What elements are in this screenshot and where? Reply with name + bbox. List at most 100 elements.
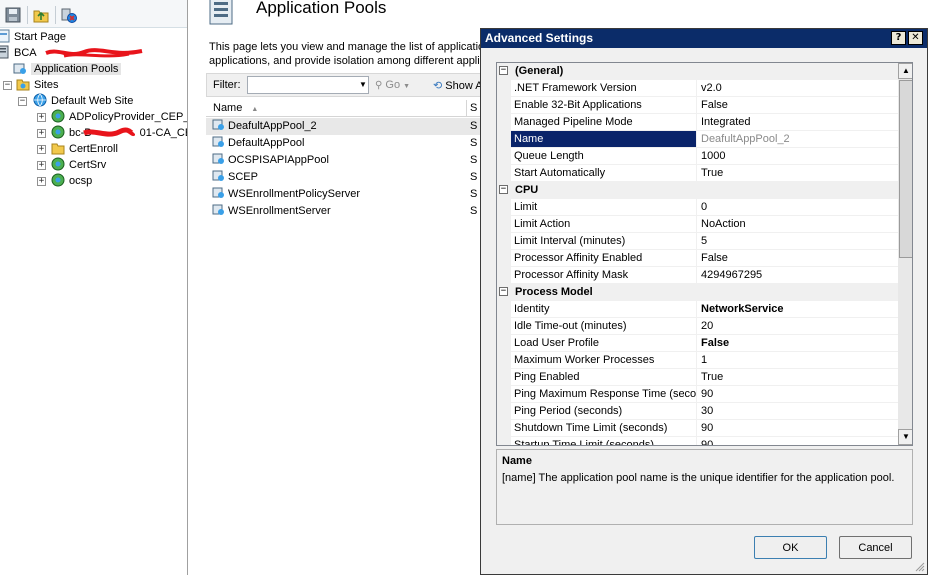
child-expander-3[interactable]: + (37, 161, 46, 170)
tree-child-label: ADPolicyProvider_CEP_K (69, 111, 188, 123)
filter-dropdown-icon[interactable]: ▼ (359, 77, 368, 93)
property-row[interactable]: Enable 32-Bit Applications False (497, 97, 898, 114)
property-value[interactable]: True (697, 369, 898, 386)
app-pool-icon (212, 136, 224, 147)
property-row[interactable]: Managed Pipeline Mode Integrated (497, 114, 898, 131)
help-button[interactable]: ? (891, 31, 906, 45)
go-label: Go (385, 79, 401, 91)
property-row[interactable]: Ping Enabled True (497, 369, 898, 386)
collapse-icon[interactable]: − (499, 185, 508, 194)
property-value[interactable]: False (697, 97, 898, 114)
property-row[interactable]: Queue Length 1000 (497, 148, 898, 165)
category-process-model[interactable]: − Process Model (497, 284, 898, 301)
tree-node-child-4[interactable]: ocsp (51, 173, 92, 189)
pool-row[interactable]: WSEnrollmentPolicyServer S (206, 186, 486, 203)
tree-node-child-0[interactable]: ADPolicyProvider_CEP_K (51, 109, 188, 125)
property-value[interactable]: v2.0 (697, 80, 898, 97)
cancel-button[interactable]: Cancel (839, 536, 912, 559)
tree-node-sites[interactable]: Sites (16, 77, 58, 93)
disconnect-icon[interactable] (61, 7, 77, 23)
go-dropdown-icon[interactable]: ▼ (403, 83, 410, 90)
pool-row[interactable]: OCSPISAPIAppPool S (206, 152, 486, 169)
property-value[interactable]: True (697, 165, 898, 182)
property-value[interactable]: False (697, 250, 898, 267)
column-header-status[interactable]: S (470, 102, 477, 114)
dialog-titlebar[interactable]: Advanced Settings ? ✕ (481, 29, 927, 48)
tree-node-server[interactable]: BCA (0, 45, 143, 61)
tree-node-child-3[interactable]: CertSrv (51, 157, 106, 173)
property-row[interactable]: Limit Action NoAction (497, 216, 898, 233)
pool-row[interactable]: DefaultAppPool S (206, 135, 486, 152)
collapse-icon[interactable]: − (499, 287, 508, 296)
app-pool-icon (212, 119, 224, 130)
column-header-name[interactable]: Name ▲ (213, 102, 258, 114)
property-row[interactable]: Load User Profile False (497, 335, 898, 352)
property-name: Ping Enabled (511, 369, 697, 386)
tree-node-app-pools[interactable]: Application Pools (13, 61, 122, 77)
pool-row[interactable]: WSEnrollmentServer S (206, 203, 486, 220)
property-value[interactable]: False (697, 335, 898, 352)
tree-node-child-1[interactable]: bc-B01-CA_CES_ (51, 125, 187, 141)
property-value[interactable]: 30 (697, 403, 898, 420)
tree-node-start-page[interactable]: Start Page (0, 29, 66, 45)
go-button[interactable]: ⚲ Go ▼ (375, 79, 410, 91)
ok-button[interactable]: OK (754, 536, 827, 559)
pool-row[interactable]: DeafultAppPool_2 S (206, 118, 486, 135)
close-button[interactable]: ✕ (908, 31, 923, 45)
scroll-thumb[interactable] (899, 80, 912, 258)
pool-row[interactable]: SCEP S (206, 169, 486, 186)
tree-node-child-2[interactable]: CertEnroll (51, 141, 118, 157)
child-expander-1[interactable]: + (37, 129, 46, 138)
property-row[interactable]: Limit 0 (497, 199, 898, 216)
sites-expander[interactable]: − (3, 81, 12, 90)
property-value[interactable]: 1 (697, 352, 898, 369)
show-all-button[interactable]: ⟲ Show A (433, 79, 483, 92)
property-value[interactable]: DeafultAppPool_2 (697, 131, 898, 148)
property-row[interactable]: Shutdown Time Limit (seconds) 90 (497, 420, 898, 437)
property-row[interactable]: Startup Time Limit (seconds) 90 (497, 437, 898, 445)
web-app-icon (51, 109, 65, 123)
column-header-name-label: Name (213, 102, 243, 114)
property-value[interactable]: 20 (697, 318, 898, 335)
filter-input[interactable] (247, 76, 369, 94)
scroll-down-icon[interactable]: ▼ (898, 429, 912, 445)
property-value[interactable]: 1000 (697, 148, 898, 165)
property-name: Name (511, 131, 697, 148)
property-row[interactable]: .NET Framework Version v2.0 (497, 80, 898, 97)
resize-grip-icon[interactable] (914, 561, 925, 572)
category-general[interactable]: − (General) (497, 63, 898, 80)
property-value[interactable]: 5 (697, 233, 898, 250)
property-row[interactable]: Idle Time-out (minutes) 20 (497, 318, 898, 335)
property-name: Limit Interval (minutes) (511, 233, 697, 250)
property-value[interactable]: NetworkService (697, 301, 898, 318)
property-value[interactable]: 90 (697, 420, 898, 437)
property-value[interactable]: Integrated (697, 114, 898, 131)
scroll-up-icon[interactable]: ▲ (898, 63, 912, 79)
folder-up-icon[interactable] (33, 7, 49, 23)
property-value[interactable]: 0 (697, 199, 898, 216)
default-site-expander[interactable]: − (18, 97, 27, 106)
property-row[interactable]: Maximum Worker Processes 1 (497, 352, 898, 369)
collapse-icon[interactable]: − (499, 66, 508, 75)
property-row[interactable]: Processor Affinity Mask 4294967295 (497, 267, 898, 284)
property-value[interactable]: NoAction (697, 216, 898, 233)
property-row-selected[interactable]: Name DeafultAppPool_2 (497, 131, 898, 148)
property-value[interactable]: 90 (697, 437, 898, 445)
property-name: Processor Affinity Mask (511, 267, 697, 284)
property-row[interactable]: Ping Maximum Response Time (seconds)90 (497, 386, 898, 403)
property-row[interactable]: Ping Period (seconds) 30 (497, 403, 898, 420)
save-icon[interactable] (5, 7, 21, 23)
property-row[interactable]: Limit Interval (minutes) 5 (497, 233, 898, 250)
property-row[interactable]: Processor Affinity Enabled False (497, 250, 898, 267)
tree-node-default-web-site[interactable]: Default Web Site (33, 93, 133, 109)
property-row[interactable]: Identity NetworkService (497, 301, 898, 318)
child-expander-4[interactable]: + (37, 177, 46, 186)
property-value[interactable]: 90 (697, 386, 898, 403)
pool-name: WSEnrollmentPolicyServer (228, 188, 361, 200)
property-row[interactable]: Start Automatically True (497, 165, 898, 182)
category-cpu[interactable]: − CPU (497, 182, 898, 199)
property-value[interactable]: 4294967295 (697, 267, 898, 284)
child-expander-0[interactable]: + (37, 113, 46, 122)
child-expander-2[interactable]: + (37, 145, 46, 154)
property-grid-scrollbar[interactable]: ▲ ▼ (898, 63, 912, 445)
